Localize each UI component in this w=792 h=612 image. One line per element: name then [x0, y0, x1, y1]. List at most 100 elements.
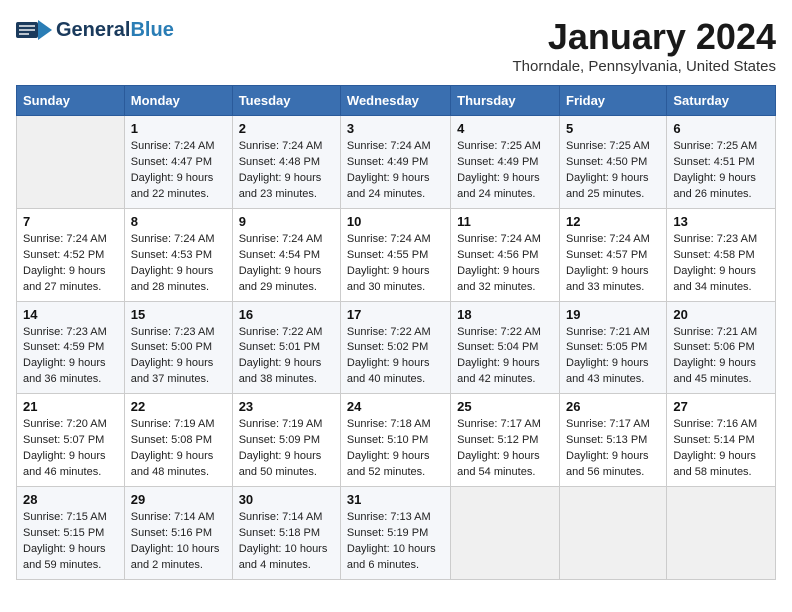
day-number: 31 — [347, 492, 444, 507]
column-header-sunday: Sunday — [17, 86, 125, 116]
calendar-table: SundayMondayTuesdayWednesdayThursdayFrid… — [16, 85, 776, 580]
day-info: Sunrise: 7:24 AMSunset: 4:55 PMDaylight:… — [347, 232, 444, 296]
day-number: 23 — [239, 399, 334, 414]
page-header: GeneralBlue January 2024 Thorndale, Penn… — [16, 16, 776, 75]
day-info: Sunrise: 7:17 AMSunset: 5:13 PMDaylight:… — [566, 417, 660, 481]
calendar-cell: 5Sunrise: 7:25 AMSunset: 4:50 PMDaylight… — [560, 116, 667, 209]
calendar-cell: 2 Sunrise: 7:24 AMSunset: 4:48 PMDaylight… — [232, 116, 340, 209]
calendar-cell: 4 Sunrise: 7:25 AMSunset: 4:49 PMDaylight… — [451, 116, 560, 209]
day-info: Sunrise: 7:21 AMSunset: 5:05 PMDaylight:… — [566, 325, 660, 389]
calendar-cell: 30 Sunrise: 7:14 AMSunset: 5:18 PMDayligh… — [232, 487, 340, 580]
calendar-cell: 7 Sunrise: 7:24 AMSunset: 4:52 PMDaylight… — [17, 208, 125, 301]
day-info: Sunrise: 7:25 AMSunset: 4:49 PMDaylight:… — [457, 139, 553, 203]
logo-general: General — [56, 19, 130, 41]
day-info: Sunrise: 7:22 AMSunset: 5:02 PMDaylight:… — [347, 325, 444, 389]
calendar-cell: 10Sunrise: 7:24 AMSunset: 4:55 PMDayligh… — [340, 208, 450, 301]
calendar-cell: 18 Sunrise: 7:22 AMSunset: 5:04 PMDayligh… — [451, 301, 560, 394]
day-info: Sunrise: 7:24 AMSunset: 4:57 PMDaylight:… — [566, 232, 660, 296]
column-header-saturday: Saturday — [667, 86, 776, 116]
calendar-cell: 25 Sunrise: 7:17 AMSunset: 5:12 PMDayligh… — [451, 394, 560, 487]
day-number: 7 — [23, 214, 118, 229]
logo: GeneralBlue — [16, 16, 174, 44]
day-info: Sunrise: 7:22 AMSunset: 5:04 PMDaylight:… — [457, 325, 553, 389]
day-info: Sunrise: 7:22 AMSunset: 5:01 PMDaylight:… — [239, 325, 334, 389]
day-number: 5 — [566, 121, 660, 136]
day-info: Sunrise: 7:20 AMSunset: 5:07 PMDaylight:… — [23, 417, 118, 481]
column-header-tuesday: Tuesday — [232, 86, 340, 116]
location: Thorndale, Pennsylvania, United States — [513, 58, 777, 75]
day-number: 30 — [239, 492, 334, 507]
day-info: Sunrise: 7:23 AMSunset: 5:00 PMDaylight:… — [131, 325, 226, 389]
calendar-week-4: 21 Sunrise: 7:20 AMSunset: 5:07 PMDayligh… — [17, 394, 776, 487]
calendar-cell: 8 Sunrise: 7:24 AMSunset: 4:53 PMDaylight… — [124, 208, 232, 301]
calendar-week-1: 1Sunrise: 7:24 AMSunset: 4:47 PMDaylight… — [17, 116, 776, 209]
day-number: 18 — [457, 307, 553, 322]
day-number: 22 — [131, 399, 226, 414]
day-number: 17 — [347, 307, 444, 322]
day-number: 15 — [131, 307, 226, 322]
day-info: Sunrise: 7:23 AMSunset: 4:59 PMDaylight:… — [23, 325, 118, 389]
day-info: Sunrise: 7:14 AMSunset: 5:16 PMDaylight:… — [131, 510, 226, 574]
day-number: 27 — [673, 399, 769, 414]
day-info: Sunrise: 7:15 AMSunset: 5:15 PMDaylight:… — [23, 510, 118, 574]
day-number: 6 — [673, 121, 769, 136]
day-info: Sunrise: 7:18 AMSunset: 5:10 PMDaylight:… — [347, 417, 444, 481]
logo-icon — [16, 16, 52, 44]
calendar-cell — [667, 487, 776, 580]
calendar-cell: 26 Sunrise: 7:17 AMSunset: 5:13 PMDayligh… — [560, 394, 667, 487]
day-info: Sunrise: 7:24 AMSunset: 4:49 PMDaylight:… — [347, 139, 444, 203]
day-number: 28 — [23, 492, 118, 507]
column-header-monday: Monday — [124, 86, 232, 116]
calendar-cell: 22 Sunrise: 7:19 AMSunset: 5:08 PMDayligh… — [124, 394, 232, 487]
day-number: 26 — [566, 399, 660, 414]
day-number: 1 — [131, 121, 226, 136]
day-info: Sunrise: 7:19 AMSunset: 5:09 PMDaylight:… — [239, 417, 334, 481]
day-info: Sunrise: 7:24 AMSunset: 4:48 PMDaylight:… — [239, 139, 334, 203]
calendar-cell: 16Sunrise: 7:22 AMSunset: 5:01 PMDayligh… — [232, 301, 340, 394]
calendar-week-2: 7 Sunrise: 7:24 AMSunset: 4:52 PMDaylight… — [17, 208, 776, 301]
logo-blue: Blue — [130, 19, 173, 41]
calendar-cell: 28 Sunrise: 7:15 AMSunset: 5:15 PMDayligh… — [17, 487, 125, 580]
calendar-cell: 3 Sunrise: 7:24 AMSunset: 4:49 PMDaylight… — [340, 116, 450, 209]
day-info: Sunrise: 7:16 AMSunset: 5:14 PMDaylight:… — [673, 417, 769, 481]
day-number: 3 — [347, 121, 444, 136]
day-info: Sunrise: 7:19 AMSunset: 5:08 PMDaylight:… — [131, 417, 226, 481]
day-info: Sunrise: 7:23 AMSunset: 4:58 PMDaylight:… — [673, 232, 769, 296]
calendar-cell: 23 Sunrise: 7:19 AMSunset: 5:09 PMDayligh… — [232, 394, 340, 487]
day-info: Sunrise: 7:25 AMSunset: 4:51 PMDaylight:… — [673, 139, 769, 203]
calendar-week-3: 14Sunrise: 7:23 AMSunset: 4:59 PMDayligh… — [17, 301, 776, 394]
day-number: 13 — [673, 214, 769, 229]
month-title: January 2024 — [513, 16, 777, 58]
day-number: 29 — [131, 492, 226, 507]
day-info: Sunrise: 7:14 AMSunset: 5:18 PMDaylight:… — [239, 510, 334, 574]
calendar-cell — [560, 487, 667, 580]
day-info: Sunrise: 7:24 AMSunset: 4:53 PMDaylight:… — [131, 232, 226, 296]
day-number: 25 — [457, 399, 553, 414]
day-number: 4 — [457, 121, 553, 136]
calendar-cell: 1Sunrise: 7:24 AMSunset: 4:47 PMDaylight… — [124, 116, 232, 209]
calendar-cell: 11Sunrise: 7:24 AMSunset: 4:56 PMDayligh… — [451, 208, 560, 301]
calendar-cell: 6 Sunrise: 7:25 AMSunset: 4:51 PMDaylight… — [667, 116, 776, 209]
day-info: Sunrise: 7:24 AMSunset: 4:52 PMDaylight:… — [23, 232, 118, 296]
day-number: 24 — [347, 399, 444, 414]
day-info: Sunrise: 7:21 AMSunset: 5:06 PMDaylight:… — [673, 325, 769, 389]
day-number: 11 — [457, 214, 553, 229]
calendar-cell: 27 Sunrise: 7:16 AMSunset: 5:14 PMDayligh… — [667, 394, 776, 487]
day-info: Sunrise: 7:17 AMSunset: 5:12 PMDaylight:… — [457, 417, 553, 481]
day-number: 2 — [239, 121, 334, 136]
calendar-cell: 19Sunrise: 7:21 AMSunset: 5:05 PMDayligh… — [560, 301, 667, 394]
day-number: 9 — [239, 214, 334, 229]
calendar-cell: 29 Sunrise: 7:14 AMSunset: 5:16 PMDayligh… — [124, 487, 232, 580]
day-number: 21 — [23, 399, 118, 414]
calendar-cell: 15 Sunrise: 7:23 AMSunset: 5:00 PMDayligh… — [124, 301, 232, 394]
calendar-week-5: 28 Sunrise: 7:15 AMSunset: 5:15 PMDayligh… — [17, 487, 776, 580]
calendar-cell — [451, 487, 560, 580]
calendar-cell: 21 Sunrise: 7:20 AMSunset: 5:07 PMDayligh… — [17, 394, 125, 487]
day-number: 8 — [131, 214, 226, 229]
calendar-cell: 12Sunrise: 7:24 AMSunset: 4:57 PMDayligh… — [560, 208, 667, 301]
calendar-cell: 17 Sunrise: 7:22 AMSunset: 5:02 PMDayligh… — [340, 301, 450, 394]
day-info: Sunrise: 7:13 AMSunset: 5:19 PMDaylight:… — [347, 510, 444, 574]
column-header-wednesday: Wednesday — [340, 86, 450, 116]
calendar-cell — [17, 116, 125, 209]
calendar-header-row: SundayMondayTuesdayWednesdayThursdayFrid… — [17, 86, 776, 116]
